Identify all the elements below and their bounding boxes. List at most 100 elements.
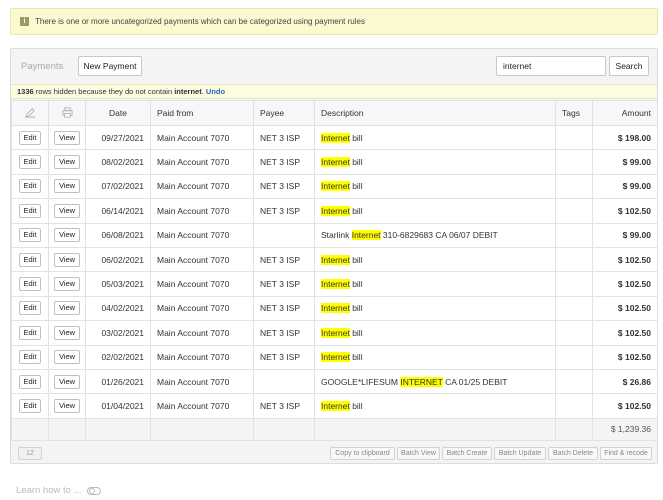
amount-cell: $ 102.50 xyxy=(592,271,658,297)
table-row[interactable]: Edit View 02/02/2021 Main Account 7070 NET 3… xyxy=(11,344,658,370)
undo-link[interactable]: Undo xyxy=(206,87,225,96)
table-row[interactable]: Edit View 06/14/2021 Main Account 7070 NET 3… xyxy=(11,198,658,224)
new-payment-button[interactable]: New Payment xyxy=(78,56,142,76)
paid-from-cell: Main Account 7070 xyxy=(150,173,254,200)
view-button[interactable]: View xyxy=(53,350,81,365)
payee-cell: NET 3 ISP xyxy=(253,295,315,322)
edit-button[interactable]: Edit xyxy=(18,203,42,218)
amount-cell: $ 198.00 xyxy=(592,124,658,151)
view-button[interactable]: View xyxy=(53,228,81,243)
learn-how-to[interactable]: Learn how to ... xyxy=(16,485,102,496)
description-cell: Internet bill xyxy=(314,393,556,419)
amount-cell: $ 99.00 xyxy=(592,149,658,175)
view-button[interactable]: View xyxy=(53,277,81,292)
search-highlight: Internet xyxy=(321,181,350,192)
edit-cell: Edit xyxy=(11,295,49,322)
view-cell: View xyxy=(48,124,86,151)
find-recode-button[interactable]: Find & recode xyxy=(600,447,652,460)
paid-from-cell: Main Account 7070 xyxy=(150,368,254,395)
description-header[interactable]: Description xyxy=(314,100,556,126)
tags-cell xyxy=(555,149,593,175)
paid-from-cell: Main Account 7070 xyxy=(150,393,254,419)
search-highlight: Internet xyxy=(321,327,350,338)
edit-cell: Edit xyxy=(11,368,49,395)
view-button[interactable]: View xyxy=(53,325,81,340)
amount-cell: $ 102.50 xyxy=(592,320,658,346)
payee-cell xyxy=(253,222,315,248)
table-row[interactable]: Edit View 08/02/2021 Main Account 7070 NET 3… xyxy=(11,149,658,175)
payments-panel: Payments New Payment Search 1336 rows hi… xyxy=(10,48,658,464)
table-header-row: Date Paid from Payee Description Tags Am… xyxy=(11,100,658,126)
batch-update-button[interactable]: Batch Update xyxy=(494,447,546,460)
toggle-icon[interactable] xyxy=(87,486,102,495)
paid-from-cell: Main Account 7070 xyxy=(150,246,254,273)
table-row[interactable]: Edit View 09/27/2021 Main Account 7070 NET 3… xyxy=(11,124,658,151)
search-highlight: Internet xyxy=(321,254,350,265)
amount-cell: $ 102.50 xyxy=(592,246,658,273)
tags-cell xyxy=(555,198,593,224)
edit-button[interactable]: Edit xyxy=(18,398,42,413)
view-button[interactable]: View xyxy=(53,203,81,218)
view-cell: View xyxy=(48,222,86,248)
tags-cell xyxy=(555,222,593,248)
table-row[interactable]: Edit View 04/02/2021 Main Account 7070 NET 3… xyxy=(11,295,658,322)
table-row[interactable]: Edit View 07/02/2021 Main Account 7070 NET 3… xyxy=(11,173,658,200)
view-button[interactable]: View xyxy=(53,398,81,413)
view-button[interactable]: View xyxy=(53,301,81,316)
table-row[interactable]: Edit View 06/02/2021 Main Account 7070 NET 3… xyxy=(11,246,658,273)
edit-button[interactable]: Edit xyxy=(18,130,42,145)
filter-term: internet xyxy=(174,87,202,96)
amount-cell: $ 102.50 xyxy=(592,344,658,370)
print-column-header xyxy=(48,100,86,126)
search-highlight: INTERNET xyxy=(400,376,443,387)
search-highlight: Internet xyxy=(321,157,350,168)
date-cell: 01/26/2021 xyxy=(85,368,151,395)
view-cell: View xyxy=(48,344,86,370)
date-cell: 06/14/2021 xyxy=(85,198,151,224)
payee-cell: NET 3 ISP xyxy=(253,344,315,370)
view-cell: View xyxy=(48,246,86,273)
copy-to-clipboard-button[interactable]: Copy to clipboard xyxy=(330,447,395,460)
edit-button[interactable]: Edit xyxy=(18,350,42,365)
date-cell: 03/02/2021 xyxy=(85,320,151,346)
edit-button[interactable]: Edit xyxy=(18,301,42,316)
table-row[interactable]: Edit View 01/26/2021 Main Account 7070 GOOGL… xyxy=(11,368,658,395)
view-button[interactable]: View xyxy=(53,155,81,170)
payee-header[interactable]: Payee xyxy=(253,100,315,126)
table-row[interactable]: Edit View 05/03/2021 Main Account 7070 NET 3… xyxy=(11,271,658,297)
amount-header[interactable]: Amount xyxy=(592,100,658,126)
search-button[interactable]: Search xyxy=(609,56,649,76)
description-cell: Internet bill xyxy=(314,198,556,224)
description-cell: Internet bill xyxy=(314,320,556,346)
search-highlight: Internet xyxy=(321,205,350,216)
search-input[interactable] xyxy=(496,56,606,76)
edit-button[interactable]: Edit xyxy=(18,155,42,170)
tags-header[interactable]: Tags xyxy=(555,100,593,126)
edit-button[interactable]: Edit xyxy=(18,325,42,340)
edit-button[interactable]: Edit xyxy=(18,277,42,292)
batch-delete-button[interactable]: Batch Delete xyxy=(548,447,598,460)
table-row[interactable]: Edit View 06/08/2021 Main Account 7070 Starl… xyxy=(11,222,658,248)
amount-cell: $ 99.00 xyxy=(592,173,658,200)
view-button[interactable]: View xyxy=(53,252,81,267)
view-button[interactable]: View xyxy=(53,179,81,194)
table-row[interactable]: Edit View 01/04/2021 Main Account 7070 NET 3… xyxy=(11,393,658,419)
edit-button[interactable]: Edit xyxy=(18,228,42,243)
paid-from-header[interactable]: Paid from xyxy=(150,100,254,126)
view-button[interactable]: View xyxy=(53,130,81,145)
date-header[interactable]: Date xyxy=(85,100,151,126)
table-row[interactable]: Edit View 03/02/2021 Main Account 7070 NET 3… xyxy=(11,320,658,346)
edit-button[interactable]: Edit xyxy=(18,374,42,389)
edit-button[interactable]: Edit xyxy=(18,179,42,194)
date-cell: 09/27/2021 xyxy=(85,124,151,151)
batch-create-button[interactable]: Batch Create xyxy=(442,447,492,460)
search-highlight: Internet xyxy=(321,132,350,143)
view-cell: View xyxy=(48,368,86,395)
info-icon: i xyxy=(20,17,29,26)
view-button[interactable]: View xyxy=(53,374,81,389)
amount-cell: $ 99.00 xyxy=(592,222,658,248)
batch-view-button[interactable]: Batch View xyxy=(397,447,440,460)
edit-button[interactable]: Edit xyxy=(18,252,42,267)
payee-cell: NET 3 ISP xyxy=(253,246,315,273)
description-cell: Internet bill xyxy=(314,124,556,151)
